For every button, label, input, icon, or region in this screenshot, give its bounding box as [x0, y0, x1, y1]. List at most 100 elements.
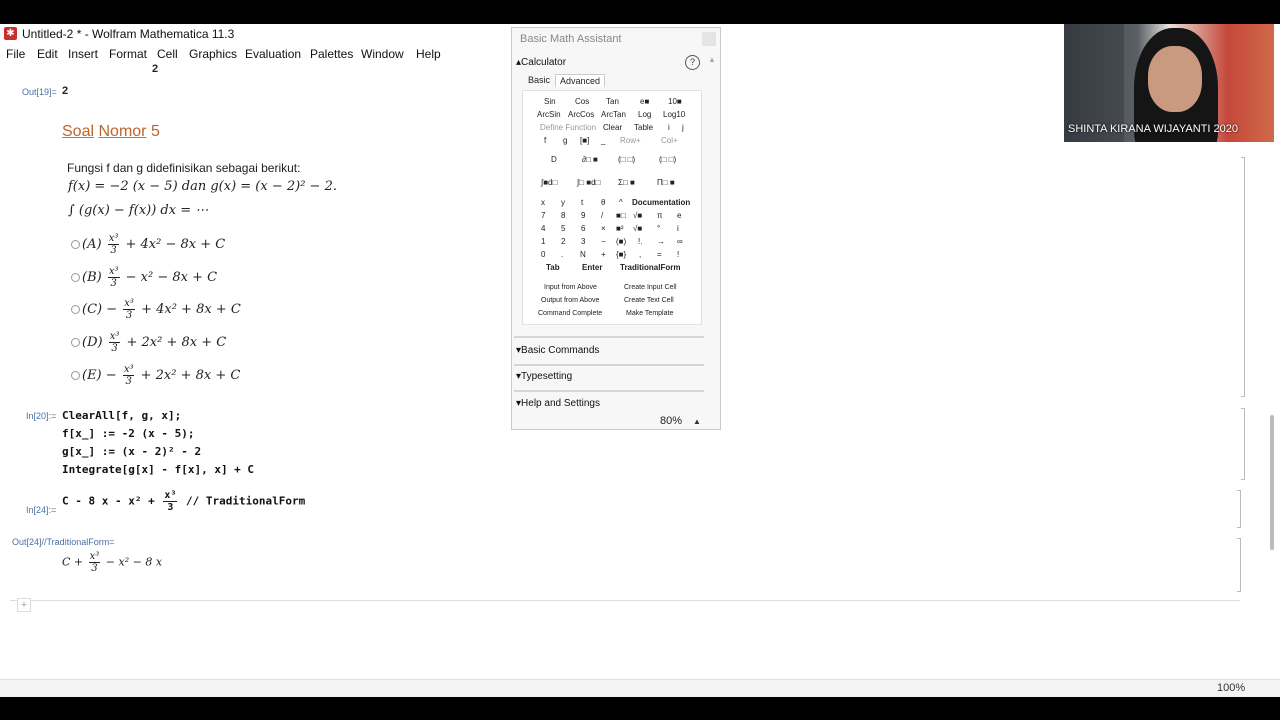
btn-bracket[interactable]: [■] — [580, 136, 589, 145]
btn-matrix[interactable]: (□ □) — [659, 155, 676, 164]
radio-a[interactable] — [71, 240, 80, 249]
btn-f[interactable]: f — [544, 136, 546, 145]
btn-integral[interactable]: ∫■d□ — [541, 178, 557, 187]
radio-c[interactable] — [71, 305, 80, 314]
cell-bracket[interactable] — [1237, 538, 1241, 592]
btn-e[interactable]: e — [677, 211, 681, 220]
btn-3[interactable]: 3 — [581, 237, 585, 246]
btn-arctan[interactable]: ArcTan — [601, 110, 626, 119]
btn-power[interactable]: ■² — [616, 224, 624, 233]
btn-theta[interactable]: θ — [601, 198, 605, 207]
tab-advanced[interactable]: Advanced — [555, 74, 606, 87]
btn-plus[interactable]: + — [601, 250, 606, 259]
out24-value[interactable]: C + x³ 3 − x² − 8 x — [62, 551, 162, 574]
help-settings-section[interactable]: ▾Help and Settings — [516, 398, 600, 409]
menu-palettes[interactable]: Palettes — [310, 47, 353, 61]
btn-output-from-above[interactable]: Output from Above — [541, 297, 599, 304]
btn-equals[interactable]: = — [657, 250, 662, 259]
btn-enter[interactable]: Enter — [582, 263, 602, 272]
btn-7[interactable]: 7 — [541, 211, 545, 220]
btn-x[interactable]: x — [541, 198, 545, 207]
option-b[interactable]: (B) x³ 3 − x² − 8x + C — [71, 266, 217, 289]
btn-t[interactable]: t — [581, 198, 583, 207]
menu-evaluation[interactable]: Evaluation — [245, 47, 301, 61]
btn-arccos[interactable]: ArcCos — [568, 110, 594, 119]
btn-col-plus[interactable]: Col+ — [661, 136, 678, 145]
btn-degree[interactable]: ° — [657, 224, 660, 233]
btn-product[interactable]: Π□ ■ — [657, 178, 675, 187]
btn-1[interactable]: 1 — [541, 237, 545, 246]
option-d[interactable]: (D) x³ 3 + 2x² + 8x + C — [71, 331, 226, 354]
btn-pi[interactable]: π — [657, 211, 663, 220]
btn-arcsin[interactable]: ArcSin — [537, 110, 561, 119]
btn-log[interactable]: Log — [638, 110, 651, 119]
btn-table[interactable]: Table — [634, 123, 653, 132]
zoom-up-icon[interactable]: ▲ — [693, 417, 701, 426]
tab-basic[interactable]: Basic — [524, 74, 554, 86]
add-cell-icon[interactable]: + — [17, 598, 31, 612]
btn-factorial[interactable]: !. — [638, 237, 642, 246]
radio-e[interactable] — [71, 371, 80, 380]
btn-minus[interactable]: − — [601, 237, 606, 246]
menu-format[interactable]: Format — [109, 47, 147, 61]
btn-i[interactable]: i — [668, 123, 670, 132]
btn-definite-integral[interactable]: ∫□ ■d□ — [577, 178, 600, 187]
btn-tan[interactable]: Tan — [606, 97, 619, 106]
option-c[interactable]: (C) − x³ 3 + 4x² + 8x + C — [71, 298, 241, 321]
in20-line3[interactable]: g[x_] := (x - 2)² - 2 — [62, 445, 201, 458]
menu-file[interactable]: File — [6, 47, 25, 61]
btn-clear[interactable]: Clear — [603, 123, 622, 132]
btn-caret[interactable]: ^ — [619, 198, 623, 207]
radio-d[interactable] — [71, 338, 80, 347]
btn-parens[interactable]: (■) — [616, 237, 626, 246]
btn-derivative[interactable]: D — [551, 155, 557, 164]
btn-divide[interactable]: / — [601, 211, 603, 220]
cell-bracket[interactable] — [1237, 490, 1241, 528]
notebook-zoom[interactable]: 100% — [1217, 682, 1245, 694]
btn-sin[interactable]: Sin — [544, 97, 556, 106]
btn-command-complete[interactable]: Command Complete — [538, 310, 602, 317]
btn-j[interactable]: j — [682, 123, 684, 132]
btn-arrow[interactable]: → — [657, 237, 665, 246]
menu-window[interactable]: Window — [361, 47, 404, 61]
btn-6[interactable]: 6 — [581, 224, 585, 233]
btn-input-from-above[interactable]: Input from Above — [544, 284, 597, 291]
btn-braces[interactable]: {■} — [616, 250, 626, 259]
btn-y[interactable]: y — [561, 198, 565, 207]
btn-fraction[interactable]: ■□ — [616, 211, 626, 220]
btn-5[interactable]: 5 — [561, 224, 565, 233]
btn-create-input-cell[interactable]: Create Input Cell — [624, 284, 677, 291]
btn-sqrt[interactable]: √■ — [633, 211, 642, 220]
btn-blank[interactable]: _ — [601, 136, 605, 145]
out19-value[interactable]: 2 — [62, 85, 68, 97]
notebook-scrollbar[interactable] — [1270, 415, 1274, 550]
btn-2[interactable]: 2 — [561, 237, 565, 246]
btn-exp[interactable]: e■ — [640, 97, 649, 106]
btn-exclamation[interactable]: ! — [677, 250, 679, 259]
btn-cos[interactable]: Cos — [575, 97, 589, 106]
btn-9[interactable]: 9 — [581, 211, 585, 220]
menu-edit[interactable]: Edit — [37, 47, 58, 61]
help-icon[interactable]: ? — [685, 55, 700, 70]
typesetting-section[interactable]: ▾Typesetting — [516, 371, 572, 382]
btn-make-template[interactable]: Make Template — [626, 310, 673, 317]
btn-8[interactable]: 8 — [561, 211, 565, 220]
palette-close-icon[interactable] — [702, 32, 716, 46]
cell-bracket[interactable] — [1241, 157, 1245, 397]
option-e[interactable]: (E) − x³ 3 + 2x² + 8x + C — [71, 364, 240, 387]
basic-commands-section[interactable]: ▾Basic Commands — [516, 345, 599, 356]
btn-pow10[interactable]: 10■ — [668, 97, 682, 106]
btn-0[interactable]: 0 — [541, 250, 545, 259]
btn-log10[interactable]: Log10 — [663, 110, 685, 119]
option-a[interactable]: (A) x³ 3 + 4x² − 8x + C — [71, 233, 225, 256]
btn-row-plus[interactable]: Row+ — [620, 136, 641, 145]
in24-input[interactable]: C - 8 x - x² + x³ 3 // TraditionalForm — [62, 490, 305, 513]
btn-sum[interactable]: Σ□ ■ — [618, 178, 635, 187]
btn-vector[interactable]: (□ □) — [618, 155, 635, 164]
in20-line4[interactable]: Integrate[g[x] - f[x], x] + C — [62, 463, 254, 476]
btn-partial[interactable]: ∂□ ■ — [582, 155, 598, 164]
calculator-section[interactable]: ▴Calculator — [516, 57, 566, 68]
in20-line1[interactable]: ClearAll[f, g, x]; — [62, 409, 181, 422]
btn-4[interactable]: 4 — [541, 224, 545, 233]
btn-multiply[interactable]: × — [601, 224, 606, 233]
